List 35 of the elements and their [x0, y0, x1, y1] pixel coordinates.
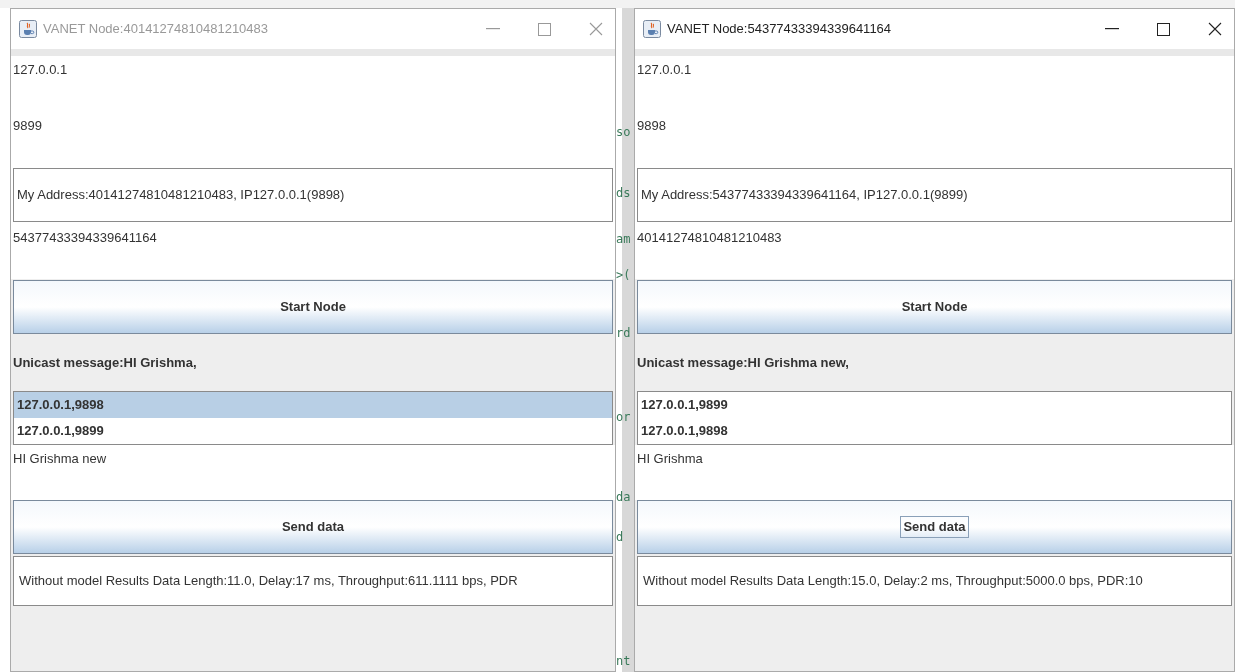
send-data-button[interactable]: Send data: [637, 500, 1232, 554]
minimize-icon[interactable]: [1105, 28, 1119, 30]
button[interactable]: Start Node: [637, 280, 1232, 334]
code-fragment: nt: [616, 654, 631, 668]
code-fragment: so: [616, 125, 631, 139]
java-cup-icon: [19, 20, 37, 38]
results-field[interactable]: Without model Results Data Length:11.0, Delay:17 ms, Throughput:611.1111 bps, PDR: [13, 556, 613, 606]
address-field[interactable]: My Address:54377433394339641164, IP127.0.0.1(9899): [637, 168, 1232, 222]
peer-address-field[interactable]: 54377433394339641164: [11, 222, 615, 279]
ip-field[interactable]: 127.0.0.1: [11, 56, 615, 112]
message-field[interactable]: HI Grishma new: [11, 445, 615, 500]
message-field[interactable]: HI Grishma: [635, 445, 1234, 500]
button[interactable]: Start Node: [13, 280, 613, 334]
port-field[interactable]: 9899: [11, 112, 615, 168]
code-fragment: ds: [616, 186, 631, 200]
port-field[interactable]: 9898: [635, 112, 1234, 168]
code-fragment: da: [616, 490, 631, 504]
code-fragment: am: [616, 232, 631, 246]
ip-field[interactable]: 127.0.0.1: [635, 56, 1234, 112]
code-fragment: >(: [616, 268, 631, 282]
address-field[interactable]: My Address:40141274810481210483, IP127.0.0.1(9898): [13, 168, 613, 222]
send-data-button[interactable]: Send data: [13, 500, 613, 554]
peer-list-item[interactable]: 127.0.0.1,9898: [14, 392, 612, 418]
unicast-message-label: Unicast message:HI Grishma new,: [637, 353, 849, 372]
code-fragment: rd: [616, 326, 631, 340]
unicast-message-label: Unicast message:HI Grishma,: [13, 353, 197, 372]
window-title: VANET Node:40141274810481210483: [43, 20, 269, 39]
code-fragment: or: [616, 410, 631, 424]
close-icon[interactable]: [1208, 22, 1222, 36]
java-cup-icon: [643, 20, 661, 38]
peer-address-field[interactable]: 40141274810481210483: [635, 222, 1234, 279]
results-field[interactable]: Without model Results Data Length:15.0, Delay:2 ms, Throughput:5000.0 bps, PDR:10: [637, 556, 1232, 606]
code-fragment: d: [616, 530, 624, 544]
window-title: VANET Node:54377433394339641164: [667, 20, 892, 39]
maximize-icon[interactable]: [1157, 22, 1170, 36]
